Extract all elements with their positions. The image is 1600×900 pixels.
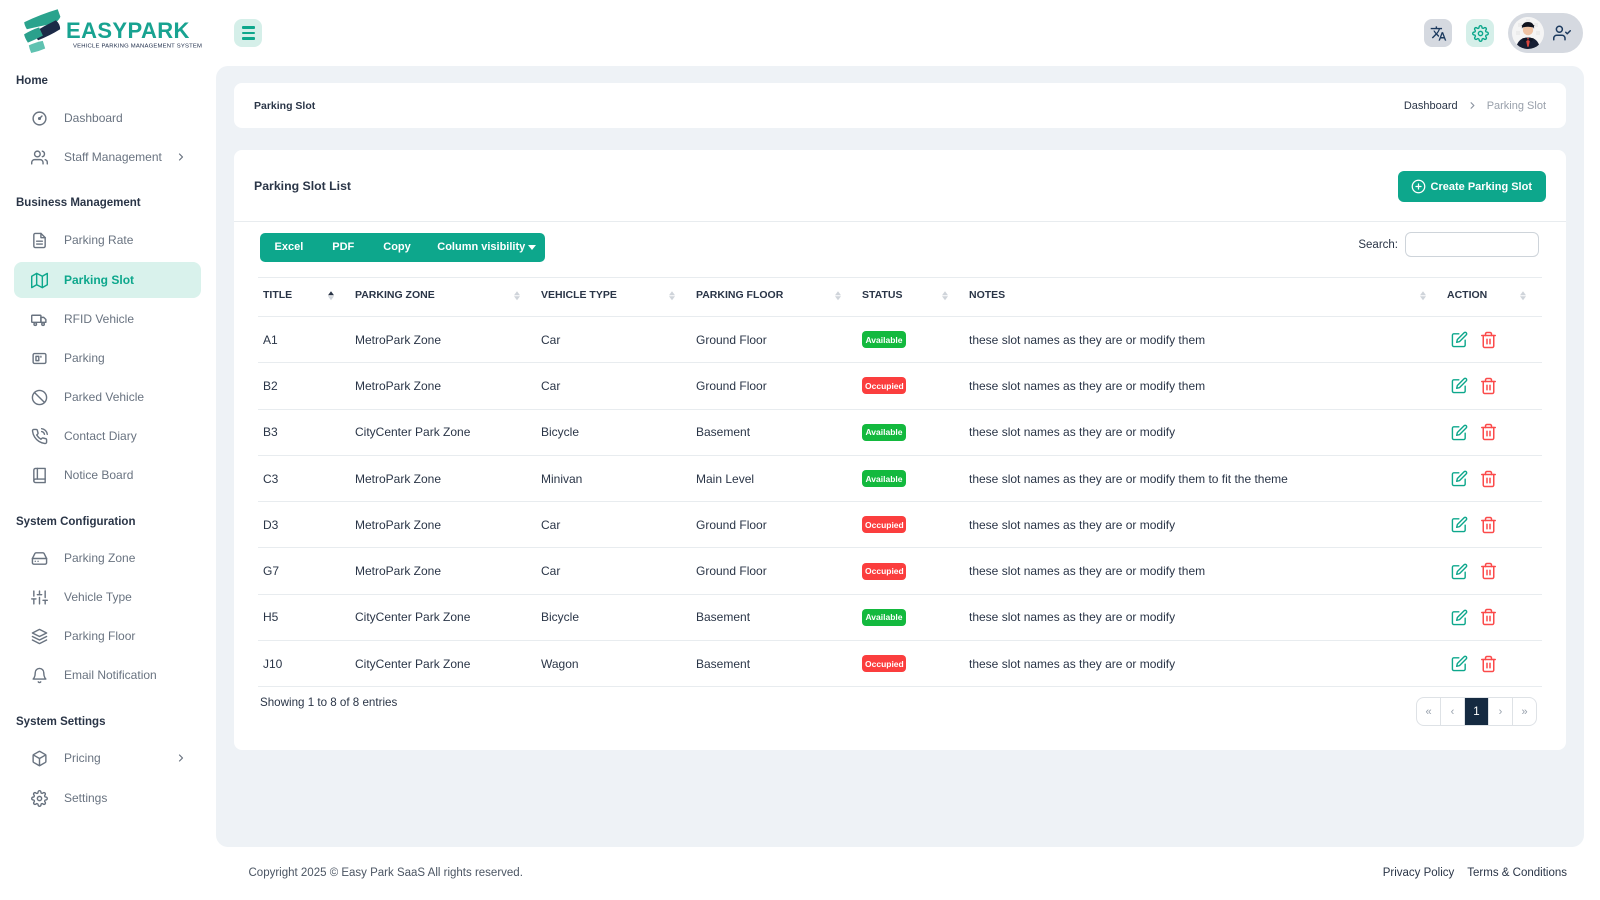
- svg-text:VEHICLE PARKING MANAGEMENT SYS: VEHICLE PARKING MANAGEMENT SYSTEM: [73, 44, 202, 50]
- svg-text:EASYPARK: EASYPARK: [66, 18, 190, 43]
